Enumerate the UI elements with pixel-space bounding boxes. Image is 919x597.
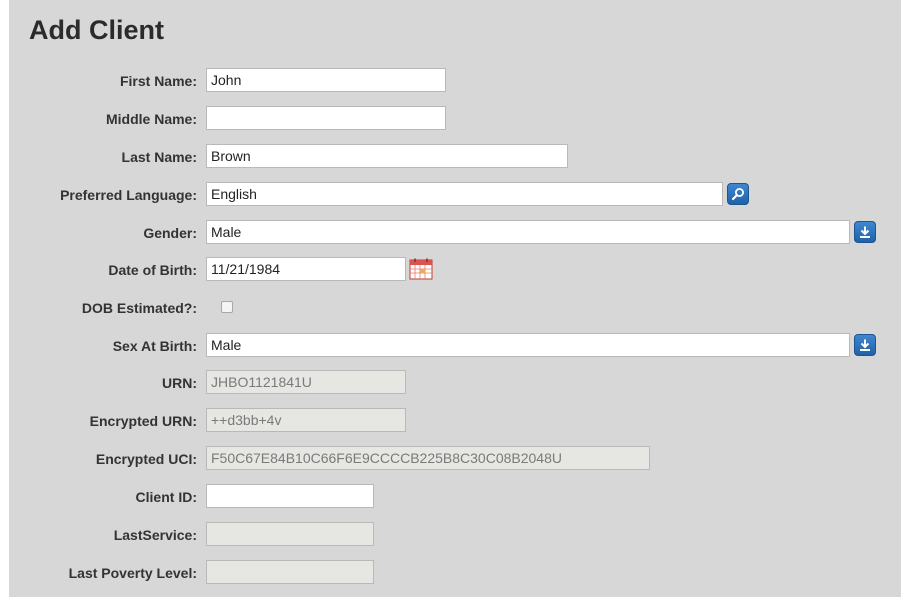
preferred-language-row: Preferred Language: bbox=[9, 182, 901, 208]
sex-at-birth-row: Sex At Birth: bbox=[9, 333, 901, 359]
middle-name-input[interactable] bbox=[206, 106, 446, 130]
page-title: Add Client bbox=[29, 15, 164, 45]
last-name-input[interactable] bbox=[206, 144, 568, 168]
client-id-row: Client ID: bbox=[9, 484, 901, 510]
encrypted-uci-field bbox=[206, 446, 650, 470]
sex-at-birth-label: Sex At Birth: bbox=[112, 338, 197, 354]
first-name-label: First Name: bbox=[119, 73, 197, 89]
last-service-row: LastService: bbox=[9, 522, 901, 548]
add-client-panel: Add Client First Name: Middle Name: Last… bbox=[9, 0, 901, 597]
sex-at-birth-dropdown-button[interactable] bbox=[854, 334, 876, 356]
urn-row: URN: bbox=[9, 370, 901, 396]
magnifier-icon bbox=[731, 188, 744, 201]
dob-estimated-label: DOB Estimated?: bbox=[81, 300, 197, 316]
last-service-label: LastService: bbox=[113, 527, 197, 543]
dob-estimated-checkbox[interactable] bbox=[221, 301, 233, 313]
encrypted-urn-row: Encrypted URN: bbox=[9, 408, 901, 434]
dob-estimated-row: DOB Estimated?: bbox=[9, 295, 901, 321]
encrypted-uci-label: Encrypted UCI: bbox=[95, 451, 197, 467]
first-name-row: First Name: bbox=[9, 68, 901, 94]
gender-select[interactable] bbox=[206, 220, 850, 244]
language-lookup-button[interactable] bbox=[727, 183, 749, 205]
gender-label: Gender: bbox=[143, 225, 197, 241]
first-name-input[interactable] bbox=[206, 68, 446, 92]
preferred-language-label: Preferred Language: bbox=[60, 187, 197, 203]
last-poverty-level-field bbox=[206, 560, 374, 584]
download-arrow-icon bbox=[860, 226, 870, 238]
date-of-birth-row: Date of Birth: bbox=[9, 257, 901, 283]
gender-dropdown-button[interactable] bbox=[854, 221, 876, 243]
gender-row: Gender: bbox=[9, 220, 901, 246]
last-service-field bbox=[206, 522, 374, 546]
encrypted-uci-row: Encrypted UCI: bbox=[9, 446, 901, 472]
date-of-birth-label: Date of Birth: bbox=[108, 262, 197, 278]
date-of-birth-input[interactable] bbox=[206, 257, 406, 281]
sex-at-birth-select[interactable] bbox=[206, 333, 850, 357]
last-name-row: Last Name: bbox=[9, 144, 901, 170]
preferred-language-input[interactable] bbox=[206, 182, 723, 206]
encrypted-urn-label: Encrypted URN: bbox=[89, 413, 197, 429]
urn-field bbox=[206, 370, 406, 394]
urn-label: URN: bbox=[162, 375, 197, 391]
last-name-label: Last Name: bbox=[121, 149, 197, 165]
encrypted-urn-field bbox=[206, 408, 406, 432]
calendar-button[interactable] bbox=[409, 258, 433, 280]
middle-name-row: Middle Name: bbox=[9, 106, 901, 132]
last-poverty-level-row: Last Poverty Level: bbox=[9, 560, 901, 586]
middle-name-label: Middle Name: bbox=[105, 111, 197, 127]
client-id-input[interactable] bbox=[206, 484, 374, 508]
client-id-label: Client ID: bbox=[135, 489, 197, 505]
last-poverty-level-label: Last Poverty Level: bbox=[68, 565, 197, 581]
download-arrow-icon bbox=[860, 339, 870, 351]
calendar-icon bbox=[409, 258, 433, 280]
